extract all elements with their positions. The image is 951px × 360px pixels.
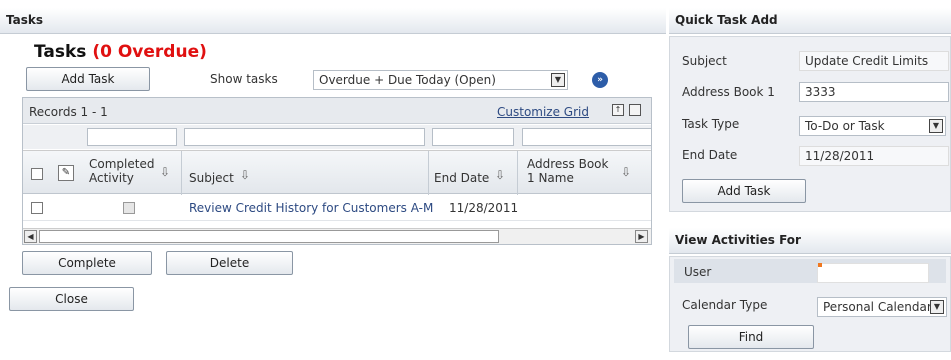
col-divider bbox=[181, 151, 182, 195]
row-end-date: 11/28/2011 bbox=[449, 201, 519, 215]
row-select-checkbox[interactable] bbox=[31, 202, 43, 214]
delete-button[interactable]: Delete bbox=[166, 251, 293, 275]
end-date-input[interactable]: 11/28/2011 bbox=[799, 146, 949, 166]
quick-task-add-title: Quick Task Add bbox=[669, 8, 951, 34]
sort-address-book-icon[interactable]: ⇩ bbox=[621, 165, 631, 179]
col-completed[interactable]: Completed Activity bbox=[89, 157, 159, 185]
scroll-right-icon[interactable]: ▶ bbox=[635, 230, 648, 243]
export-icon[interactable]: ↑ bbox=[612, 104, 624, 116]
show-tasks-value: Overdue + Due Today (Open) bbox=[319, 73, 496, 87]
go-arrow-icon[interactable]: » bbox=[592, 72, 608, 88]
user-label: User bbox=[684, 265, 712, 279]
col-divider bbox=[428, 151, 429, 195]
quick-add-task-button[interactable]: Add Task bbox=[682, 179, 806, 203]
select-all-checkbox[interactable] bbox=[31, 168, 43, 180]
chevron-down-icon[interactable]: ▼ bbox=[930, 300, 944, 314]
address-book-input[interactable]: 3333 bbox=[799, 82, 949, 102]
show-tasks-select[interactable]: Overdue + Due Today (Open) ▼ bbox=[313, 70, 568, 90]
records-label: Records 1 - 1 bbox=[29, 105, 108, 119]
task-type-select[interactable]: To-Do or Task ▼ bbox=[799, 116, 946, 136]
close-button[interactable]: Close bbox=[9, 287, 134, 311]
filter-row bbox=[23, 125, 652, 149]
maximize-icon[interactable] bbox=[629, 104, 641, 116]
filter-end-date[interactable] bbox=[432, 128, 514, 146]
row-subject-link[interactable]: Review Credit History for Customers A-M bbox=[189, 201, 433, 215]
tasks-heading-label: Tasks bbox=[34, 42, 87, 62]
tasks-pane-title: Tasks bbox=[0, 8, 666, 34]
end-date-label: End Date bbox=[682, 148, 738, 162]
chevron-down-icon[interactable]: ▼ bbox=[551, 73, 565, 87]
table-row[interactable]: Review Credit History for Customers A-M … bbox=[23, 195, 651, 221]
complete-button[interactable]: Complete bbox=[22, 251, 152, 275]
view-activities-title: View Activities For bbox=[669, 228, 951, 254]
filter-subject[interactable] bbox=[184, 128, 425, 146]
col-divider bbox=[517, 151, 518, 195]
find-button[interactable]: Find bbox=[688, 325, 814, 349]
view-activities-panel: User Calendar Type Personal Calendar ▼ F… bbox=[669, 256, 951, 352]
chevron-down-icon[interactable]: ▼ bbox=[929, 119, 943, 133]
task-type-label: Task Type bbox=[682, 117, 740, 131]
horizontal-scrollbar[interactable]: ◀ ▶ bbox=[23, 228, 651, 244]
required-indicator bbox=[818, 263, 822, 267]
subject-input[interactable]: Update Credit Limits bbox=[799, 51, 949, 71]
grid-toolbar: Records 1 - 1 Customize Grid ↑ bbox=[23, 98, 651, 124]
overdue-count: (0 Overdue) bbox=[92, 42, 207, 62]
tasks-grid: Records 1 - 1 Customize Grid ↑ ✎ Complet… bbox=[22, 97, 652, 245]
sort-end-date-icon[interactable]: ⇩ bbox=[495, 168, 505, 182]
attachment-icon: ✎ bbox=[58, 165, 74, 181]
scroll-thumb[interactable] bbox=[39, 230, 499, 243]
customize-grid-link[interactable]: Customize Grid bbox=[497, 105, 589, 119]
filter-completed[interactable] bbox=[87, 128, 177, 146]
calendar-type-label: Calendar Type bbox=[682, 298, 768, 312]
calendar-type-select[interactable]: Personal Calendar ▼ bbox=[817, 297, 947, 317]
quick-task-add-panel: Subject Update Credit Limits Address Boo… bbox=[669, 36, 951, 212]
add-task-button[interactable]: Add Task bbox=[26, 67, 150, 91]
col-address-book[interactable]: Address Book 1 Name bbox=[527, 157, 617, 185]
user-input[interactable] bbox=[817, 263, 929, 283]
tasks-heading: Tasks (0 Overdue) bbox=[34, 42, 207, 62]
address-book-label: Address Book 1 bbox=[682, 85, 775, 99]
sort-subject-icon[interactable]: ⇩ bbox=[240, 168, 250, 182]
scroll-left-icon[interactable]: ◀ bbox=[24, 230, 37, 243]
show-tasks-label: Show tasks bbox=[210, 72, 278, 86]
grid-header-row: ✎ Completed Activity ⇩ Subject ⇩ End Dat… bbox=[23, 150, 651, 195]
sort-completed-icon[interactable]: ⇩ bbox=[160, 165, 170, 179]
task-type-value: To-Do or Task bbox=[805, 119, 885, 133]
row-completed-checkbox[interactable] bbox=[123, 202, 135, 214]
calendar-type-value: Personal Calendar bbox=[823, 300, 932, 314]
col-end-date[interactable]: End Date bbox=[434, 171, 489, 185]
col-subject[interactable]: Subject bbox=[189, 171, 234, 185]
filter-address-book[interactable] bbox=[522, 128, 652, 146]
subject-label: Subject bbox=[682, 54, 727, 68]
